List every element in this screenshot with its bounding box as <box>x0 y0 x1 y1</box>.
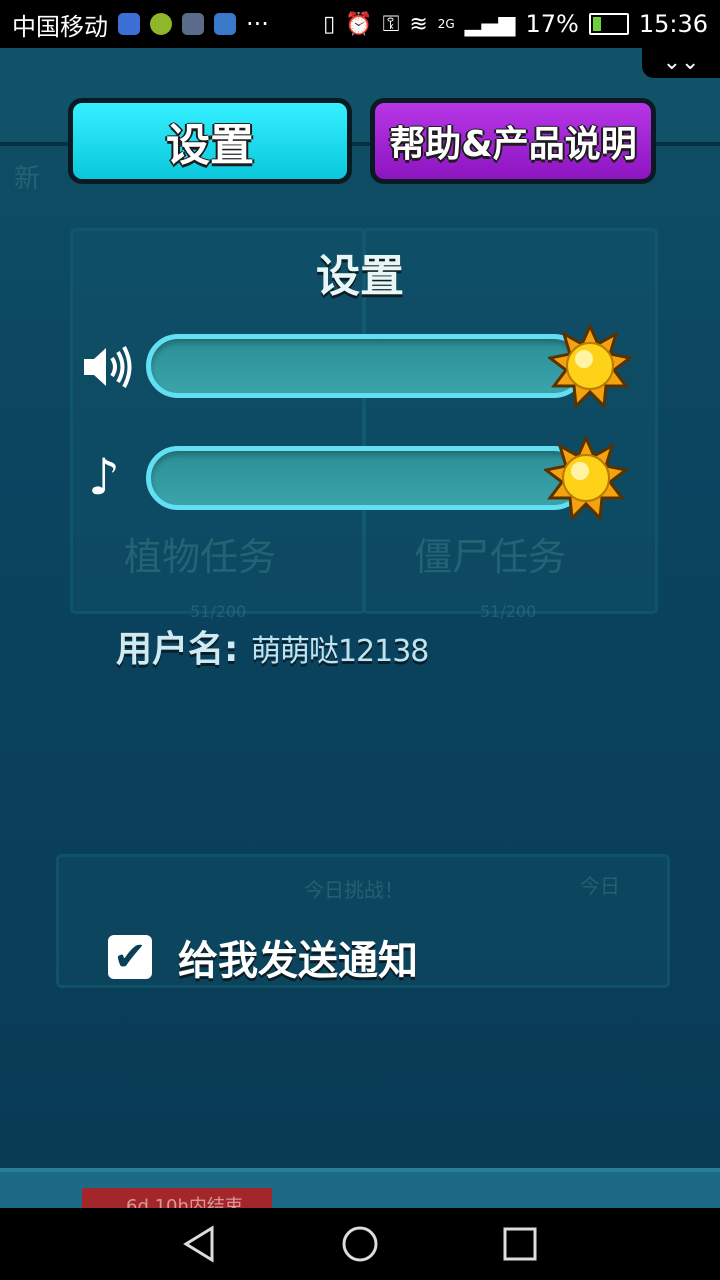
chevron-down-icon: ⌄⌄ <box>662 50 700 75</box>
signal-icon: ▂▄▆ <box>464 11 516 37</box>
bg-today: 今日 <box>580 874 620 898</box>
vibrate-icon: ▯ <box>323 11 336 37</box>
bird-app-icon <box>214 13 236 35</box>
tab-settings-label: 设置 <box>166 120 254 171</box>
username-row: 用户名: 萌萌哒12138 <box>116 620 429 672</box>
panel-title: 设置 <box>316 251 404 302</box>
music-slider-handle[interactable] <box>542 434 630 522</box>
sound-volume-slider[interactable] <box>146 334 586 398</box>
home-icon[interactable] <box>340 1224 380 1264</box>
more-notifications-icon: ··· <box>246 10 269 38</box>
username-value: 萌萌哒12138 <box>250 634 429 669</box>
wifi-icon: ≋ <box>409 11 428 37</box>
bg-countdown: 6d 10h内结束 <box>126 1196 243 1208</box>
link-app-icon <box>182 13 204 35</box>
speaker-icon <box>80 342 134 396</box>
notify-label: 给我发送通知 <box>178 938 418 984</box>
battery-icon <box>588 13 629 35</box>
bg-zombie-progress: 51/200 <box>480 602 537 621</box>
sound-slider-handle[interactable] <box>546 322 634 410</box>
back-icon[interactable] <box>180 1224 220 1264</box>
alarm-icon: ⏰ <box>345 11 373 37</box>
status-bar: 中国移动 ··· ▯ ⏰ ⚿ ≋ 2G ▂▄▆ 17% 15:36 <box>0 0 720 48</box>
bg-plants-task: 植物任务 <box>124 535 277 579</box>
tab-settings[interactable]: 设置 <box>68 98 352 184</box>
bg-plants-progress: 51/200 <box>190 602 247 621</box>
recents-icon[interactable] <box>500 1224 540 1264</box>
health-app-icon <box>150 13 172 35</box>
notify-row[interactable]: ✔ 给我发送通知 <box>108 928 418 986</box>
carrier-label: 中国移动 <box>12 12 108 41</box>
navigation-bar <box>0 1208 720 1280</box>
username-label: 用户名: <box>116 629 239 670</box>
bg-zombie-task: 僵尸任务 <box>414 535 567 579</box>
key-icon: ⚿ <box>382 11 400 37</box>
music-volume-slider[interactable] <box>146 446 586 510</box>
battery-percent: 17% <box>525 10 579 38</box>
baidu-app-icon <box>118 13 140 35</box>
bg-new-label: 新 <box>14 164 41 194</box>
network-type: 2G <box>437 17 455 31</box>
music-note-icon: ♪ <box>88 448 120 506</box>
clock: 15:36 <box>638 10 708 38</box>
tab-help-label: 帮助&产品说明 <box>389 124 637 165</box>
notify-checkbox[interactable]: ✔ <box>108 935 152 979</box>
tab-help[interactable]: 帮助&产品说明 <box>370 98 656 184</box>
notification-pull-tab[interactable]: ⌄⌄ <box>642 48 720 78</box>
bg-daily-challenge: 今日挑战！ <box>304 878 404 902</box>
checkmark-icon: ✔ <box>113 934 147 980</box>
